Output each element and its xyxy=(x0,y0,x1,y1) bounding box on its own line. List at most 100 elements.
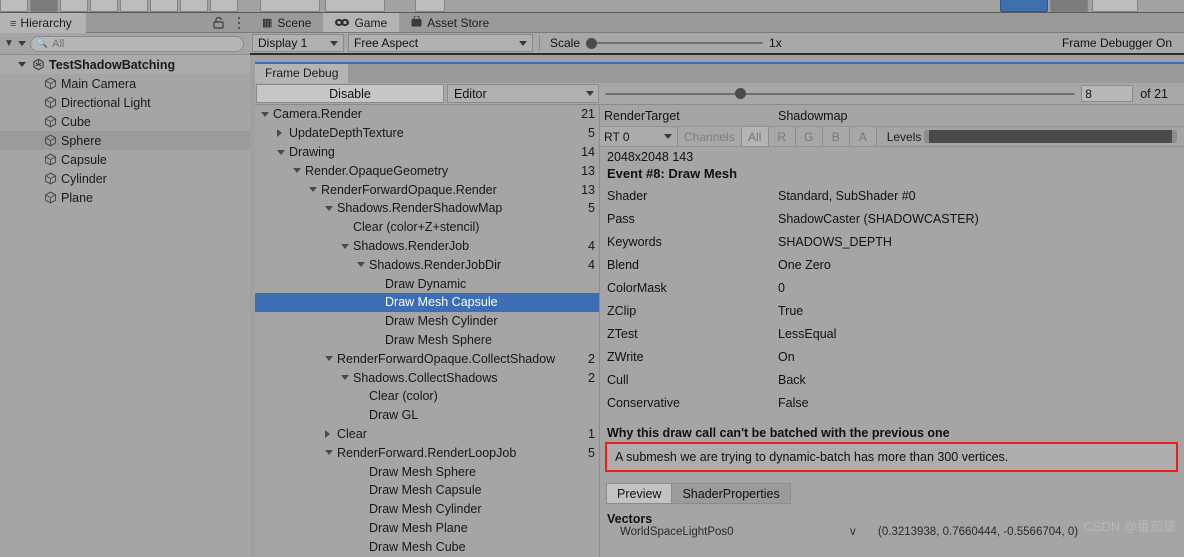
toolbar-button-account[interactable] xyxy=(1050,0,1088,12)
property-row: ZWrite On xyxy=(600,345,1184,368)
chevron-down-icon[interactable] xyxy=(325,450,333,456)
tree-row[interactable]: RenderForwardOpaque.Render 13 xyxy=(255,180,599,199)
hierarchy-item-capsule[interactable]: Capsule xyxy=(0,150,250,169)
property-key: Blend xyxy=(607,257,639,272)
channel-button-b[interactable]: B xyxy=(821,127,849,146)
toolbar-button-play[interactable] xyxy=(260,0,320,12)
chevron-down-icon[interactable] xyxy=(277,149,285,155)
scale-slider-track[interactable] xyxy=(597,42,764,44)
disable-button[interactable]: Disable xyxy=(256,84,444,103)
event-slider[interactable] xyxy=(599,88,1081,99)
tree-row[interactable]: RenderForward.RenderLoopJob 5 xyxy=(255,443,599,462)
tree-row[interactable]: Clear (color+Z+stencil) xyxy=(255,218,599,237)
chevron-right-icon[interactable] xyxy=(277,128,282,137)
target-dropdown[interactable]: Editor xyxy=(447,84,599,103)
hierarchy-item-cube[interactable]: Cube xyxy=(0,112,250,131)
kebab-menu-icon[interactable] xyxy=(237,17,241,29)
scale-slider-knob[interactable] xyxy=(586,37,598,49)
tree-row[interactable]: Draw Dynamic xyxy=(255,274,599,293)
chevron-down-icon[interactable] xyxy=(341,243,349,249)
tab-hierarchy[interactable]: ≡ Hierarchy xyxy=(0,13,86,33)
tree-row[interactable]: Drawing 14 xyxy=(255,143,599,162)
hierarchy-item-main-camera[interactable]: Main Camera xyxy=(0,74,250,93)
frame-debugger-status: Frame Debugger On xyxy=(1061,36,1172,50)
hierarchy-item-cylinder[interactable]: Cylinder xyxy=(0,169,250,188)
hierarchy-item-sphere[interactable]: Sphere xyxy=(0,131,250,150)
levels-control[interactable]: Levels xyxy=(875,127,1184,146)
tree-row[interactable]: Clear 1 xyxy=(255,425,599,444)
chevron-right-icon[interactable] xyxy=(325,429,330,438)
search-input[interactable]: 🔍 All xyxy=(29,35,244,52)
chevron-down-icon xyxy=(330,40,338,46)
toolbar-button-step[interactable] xyxy=(415,0,445,12)
hierarchy-item-testshadowbatching[interactable]: TestShadowBatching xyxy=(0,55,250,74)
tree-row[interactable]: Draw Mesh Capsule xyxy=(255,481,599,500)
tree-row[interactable]: Draw Mesh Cube xyxy=(255,537,599,556)
tree-row[interactable]: Shadows.RenderShadowMap 5 xyxy=(255,199,599,218)
chevron-down-icon[interactable] xyxy=(309,187,317,193)
rt-dropdown[interactable]: RT 0 xyxy=(600,127,678,146)
tab-shader-properties[interactable]: ShaderProperties xyxy=(672,483,791,504)
tab-preview[interactable]: Preview xyxy=(606,483,673,504)
tree-row[interactable]: Draw Mesh Cylinder xyxy=(255,312,599,331)
chevron-down-icon xyxy=(664,134,672,139)
chevron-down-icon[interactable] xyxy=(293,168,301,174)
property-key: Pass xyxy=(607,211,635,226)
aspect-dropdown[interactable]: Free Aspect xyxy=(348,34,533,52)
toolbar-button-layers[interactable] xyxy=(1092,0,1138,12)
toolbar-button-cloud[interactable] xyxy=(1000,0,1048,12)
hierarchy-item-plane[interactable]: Plane xyxy=(0,188,250,207)
tree-row[interactable]: Draw Mesh Plane xyxy=(255,519,599,538)
toolbar-button-rotate[interactable] xyxy=(60,0,88,12)
property-value: Back xyxy=(778,372,806,387)
display-dropdown[interactable]: Display 1 xyxy=(252,34,344,52)
tree-row[interactable]: Clear (color) xyxy=(255,387,599,406)
toolbar-button-rect[interactable] xyxy=(120,0,148,12)
toolbar-button-pause[interactable] xyxy=(325,0,385,12)
tree-row[interactable]: Shadows.CollectShadows 2 xyxy=(255,368,599,387)
chevron-down-icon[interactable] xyxy=(325,356,333,362)
create-menu-button[interactable]: ▼ xyxy=(2,38,26,49)
tab-frame-debug[interactable]: Frame Debug xyxy=(255,64,349,83)
tree-row[interactable]: Camera.Render 21 xyxy=(255,105,599,124)
channel-button-g[interactable]: G xyxy=(794,127,822,146)
toolbar-button-hand[interactable] xyxy=(0,0,28,12)
tree-row[interactable]: Shadows.RenderJob 4 xyxy=(255,237,599,256)
channel-button-a[interactable]: A xyxy=(848,127,876,146)
chevron-down-icon[interactable] xyxy=(341,375,349,381)
lock-open-icon[interactable] xyxy=(213,16,224,29)
tree-row[interactable]: Draw Mesh Sphere xyxy=(255,331,599,350)
toolbar-button-pivot[interactable] xyxy=(210,0,238,12)
chevron-down-icon[interactable] xyxy=(325,205,333,211)
tree-row[interactable]: Render.OpaqueGeometry 13 xyxy=(255,161,599,180)
hierarchy-item-directional-light[interactable]: Directional Light xyxy=(0,93,250,112)
tree-row[interactable]: Shadows.RenderJobDir 4 xyxy=(255,255,599,274)
chevron-down-icon[interactable] xyxy=(261,112,269,117)
frame-event-tree[interactable]: Camera.Render 21 UpdateDepthTexture 5 Drawin… xyxy=(255,105,600,557)
channel-button-r[interactable]: R xyxy=(767,127,795,146)
tree-row[interactable]: Draw Mesh Sphere xyxy=(255,462,599,481)
tree-row[interactable]: Draw Mesh Capsule xyxy=(255,292,599,312)
tree-row[interactable]: Draw Mesh Cylinder xyxy=(255,500,599,519)
tab-scene[interactable]: ▦ Scene xyxy=(250,13,324,32)
tree-row[interactable]: UpdateDepthTexture 5 xyxy=(255,124,599,143)
levels-slider[interactable] xyxy=(924,130,1177,143)
tab-game[interactable]: Game xyxy=(323,13,400,32)
tree-row[interactable]: RenderForwardOpaque.CollectShadow 2 xyxy=(255,349,599,368)
toolbar-button-transform[interactable] xyxy=(150,0,178,12)
event-index-input[interactable]: 8 xyxy=(1081,85,1134,102)
chevron-down-icon[interactable] xyxy=(18,62,26,67)
channel-button-all[interactable]: All xyxy=(740,127,768,146)
chevron-down-icon[interactable] xyxy=(357,262,365,268)
event-slider-knob[interactable] xyxy=(735,88,746,99)
tab-asset-store[interactable]: Asset Store xyxy=(399,13,502,32)
toolbar-button-scale[interactable] xyxy=(90,0,118,12)
toolbar-button-move[interactable] xyxy=(30,0,58,12)
toolbar-button-custom[interactable] xyxy=(180,0,208,12)
property-row: Pass ShadowCaster (SHADOWCASTER) xyxy=(600,207,1184,230)
tree-row-count: 2 xyxy=(588,351,595,366)
property-row: Conservative False xyxy=(600,391,1184,414)
tree-row[interactable]: Draw GL xyxy=(255,406,599,425)
vector-channel: v xyxy=(850,526,856,538)
frame-debug-toolbar: Disable Editor 8 of 21 xyxy=(255,83,1184,105)
